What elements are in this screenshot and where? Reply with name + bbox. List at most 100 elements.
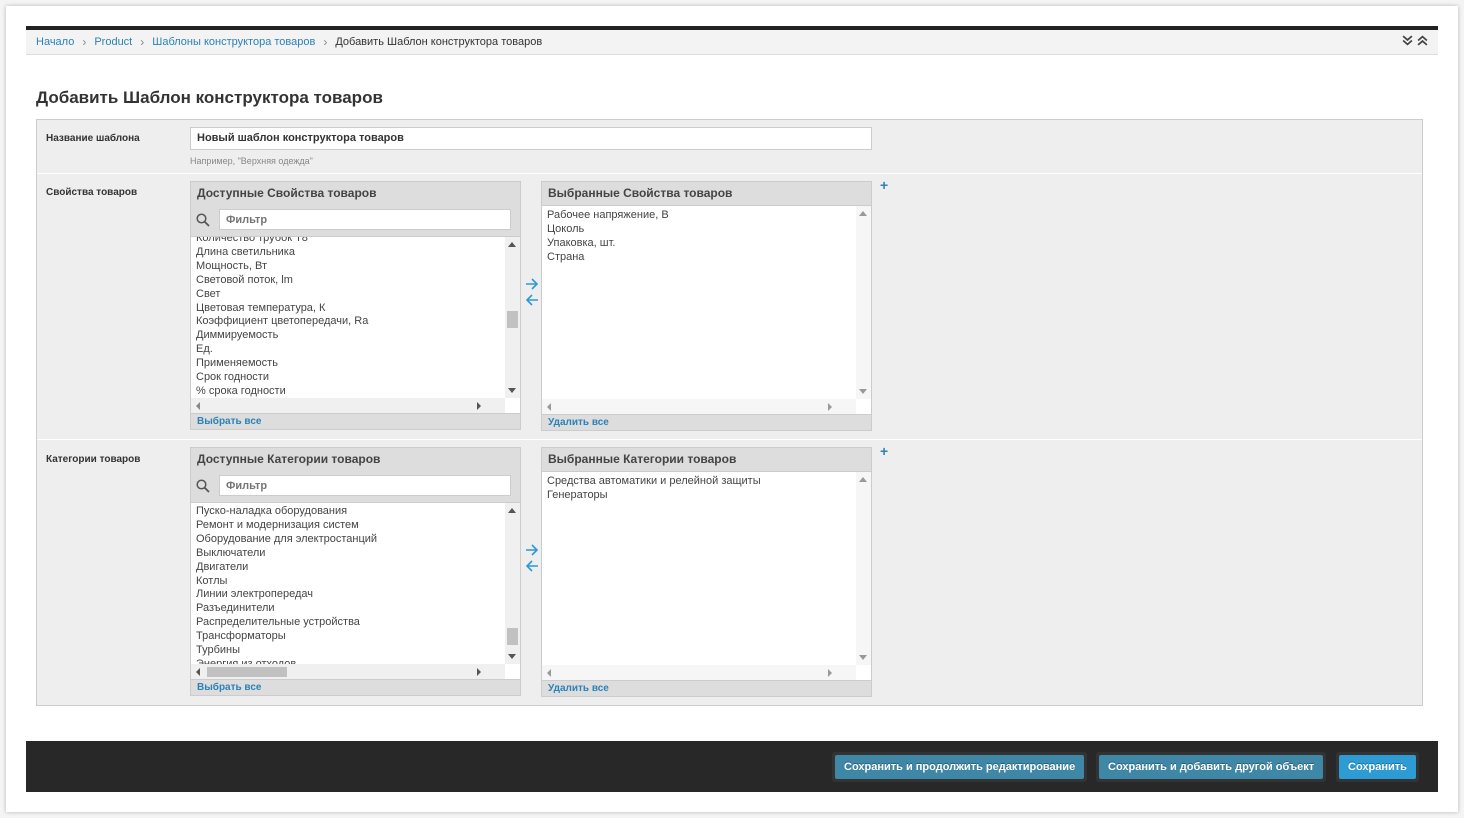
categories-remove-all-link[interactable]: Удалить все	[548, 683, 609, 694]
template-name-input[interactable]: Новый шаблон конструктора товаров	[190, 127, 872, 150]
categories-available-list[interactable]: Пуско-наладка оборудования Ремонт и моде…	[190, 502, 521, 680]
save-add-another-button[interactable]: Сохранить и добавить другой объект	[1096, 752, 1327, 782]
list-item[interactable]: Выключатели	[196, 547, 520, 561]
list-item[interactable]: Количество трубок T8	[196, 237, 520, 246]
arrow-right-icon[interactable]	[525, 544, 539, 556]
list-item[interactable]: Рабочее напряжение, В	[547, 209, 871, 223]
categories-filter-input[interactable]	[219, 475, 511, 496]
list-item[interactable]: Мощность, Вт	[196, 260, 520, 274]
list-item[interactable]: Срок годности	[196, 371, 520, 385]
list-item[interactable]: Коэффициент цветопередачи, Ra	[196, 315, 520, 329]
scroll-left-icon[interactable]	[196, 402, 200, 410]
list-item[interactable]: Трансформаторы	[196, 630, 520, 644]
scroll-right-icon[interactable]	[828, 403, 832, 411]
horizontal-scrollbar[interactable]	[542, 399, 856, 414]
admin-window: Начало › Product › Шаблоны конструктора …	[6, 6, 1458, 812]
list-item[interactable]: Диммируемость	[196, 329, 520, 343]
list-item[interactable]: Средства автоматики и релейной защиты	[547, 475, 871, 489]
breadcrumb-templates[interactable]: Шаблоны конструктора товаров	[152, 36, 315, 48]
arrow-left-icon[interactable]	[525, 560, 539, 572]
properties-chosen-selector: Выбранные Свойства товаров Рабочее напря…	[541, 181, 872, 431]
arrow-right-icon[interactable]	[525, 278, 539, 290]
properties-remove-all-link[interactable]: Удалить все	[548, 417, 609, 428]
categories-chosen-list[interactable]: Средства автоматики и релейной защиты Ге…	[541, 471, 872, 681]
vertical-scrollbar[interactable]	[505, 237, 520, 398]
expand-all-icon[interactable]	[1402, 35, 1413, 46]
list-item[interactable]: Ед.	[196, 343, 520, 357]
list-item[interactable]: Оборудование для электростанций	[196, 533, 520, 547]
categories-remove-all-bar: Удалить все	[541, 681, 872, 697]
horizontal-scrollbar[interactable]	[191, 398, 505, 413]
save-continue-label[interactable]: Сохранить и продолжить редактирование	[835, 755, 1085, 779]
list-item[interactable]: Страна	[547, 251, 871, 265]
collapse-all-icon[interactable]	[1417, 35, 1428, 46]
properties-available-title: Доступные Свойства товаров	[190, 181, 521, 205]
categories-chosen-title: Выбранные Категории товаров	[541, 447, 872, 471]
save-add-another-label[interactable]: Сохранить и добавить другой объект	[1099, 755, 1324, 779]
scroll-thumb[interactable]	[507, 311, 518, 328]
save-button[interactable]: Сохранить	[1336, 752, 1419, 782]
chevron-right-icon: ›	[140, 35, 145, 49]
list-item[interactable]: % срока годности	[196, 385, 520, 399]
scroll-up-icon[interactable]	[859, 211, 867, 216]
properties-available-selector: Доступные Свойства товаров Количество тр…	[190, 181, 521, 430]
list-item[interactable]: Пуско-наладка оборудования	[196, 505, 520, 519]
list-item[interactable]: Длина светильника	[196, 246, 520, 260]
breadcrumb-home[interactable]: Начало	[36, 36, 74, 48]
properties-choose-all-link[interactable]: Выбрать все	[197, 416, 261, 427]
scroll-up-icon[interactable]	[859, 477, 867, 482]
list-item[interactable]: Световой поток, lm	[196, 274, 520, 288]
properties-chosen-list[interactable]: Рабочее напряжение, В Цоколь Упаковка, ш…	[541, 205, 872, 415]
scroll-right-icon[interactable]	[828, 669, 832, 677]
properties-available-list[interactable]: Количество трубок T8 Длина светильника М…	[190, 236, 521, 414]
list-item[interactable]: Распределительные устройства	[196, 616, 520, 630]
list-item[interactable]: Котлы	[196, 575, 520, 589]
add-category-button[interactable]: +	[880, 443, 888, 459]
properties-filter-input[interactable]	[219, 209, 511, 230]
properties-move-buttons	[525, 278, 541, 310]
scroll-down-icon[interactable]	[508, 388, 516, 393]
list-item[interactable]: Ремонт и модернизация систем	[196, 519, 520, 533]
list-item[interactable]: Цветовая температура, К	[196, 302, 520, 316]
list-item[interactable]: Цоколь	[547, 223, 871, 237]
scroll-down-icon[interactable]	[508, 654, 516, 659]
scroll-down-icon[interactable]	[859, 389, 867, 394]
list-item[interactable]: Применяемость	[196, 357, 520, 371]
vertical-scrollbar[interactable]	[856, 206, 871, 399]
vertical-scrollbar[interactable]	[856, 472, 871, 665]
list-item[interactable]: Двигатели	[196, 561, 520, 575]
properties-choose-all-bar: Выбрать все	[190, 414, 521, 430]
breadcrumb-product[interactable]: Product	[94, 36, 132, 48]
scroll-left-icon[interactable]	[547, 669, 551, 677]
horizontal-scrollbar[interactable]	[542, 665, 856, 680]
row-properties: Свойства товаров Доступные Свойства това…	[37, 174, 1422, 439]
scroll-up-icon[interactable]	[508, 242, 516, 247]
categories-choose-all-bar: Выбрать все	[190, 680, 521, 696]
add-property-button[interactable]: +	[880, 177, 888, 193]
list-item[interactable]: Свет	[196, 288, 520, 302]
arrow-left-icon[interactable]	[525, 294, 539, 306]
list-item[interactable]: Генераторы	[547, 489, 871, 503]
scroll-right-icon[interactable]	[477, 402, 481, 410]
list-item[interactable]: Упаковка, шт.	[547, 237, 871, 251]
scroll-thumb[interactable]	[507, 628, 518, 645]
scroll-up-icon[interactable]	[508, 508, 516, 513]
save-continue-button[interactable]: Сохранить и продолжить редактирование	[832, 752, 1088, 782]
page-title: Добавить Шаблон конструктора товаров	[36, 88, 383, 107]
scroll-left-icon[interactable]	[547, 403, 551, 411]
list-item[interactable]: Турбины	[196, 644, 520, 658]
save-label[interactable]: Сохранить	[1339, 755, 1416, 779]
scroll-down-icon[interactable]	[859, 655, 867, 660]
list-item[interactable]: Линии электропередач	[196, 588, 520, 602]
categories-choose-all-link[interactable]: Выбрать все	[197, 682, 261, 693]
vertical-scrollbar[interactable]	[505, 503, 520, 664]
scroll-left-icon[interactable]	[196, 668, 200, 676]
categories-move-buttons	[525, 544, 541, 576]
properties-chosen-title: Выбранные Свойства товаров	[541, 181, 872, 205]
list-item[interactable]: Разъединители	[196, 602, 520, 616]
scroll-right-icon[interactable]	[477, 668, 481, 676]
template-name-help: Например, "Верхняя одежда"	[190, 156, 313, 166]
horizontal-scrollbar[interactable]	[191, 664, 505, 679]
search-icon	[196, 479, 210, 493]
scroll-thumb[interactable]	[207, 667, 287, 677]
